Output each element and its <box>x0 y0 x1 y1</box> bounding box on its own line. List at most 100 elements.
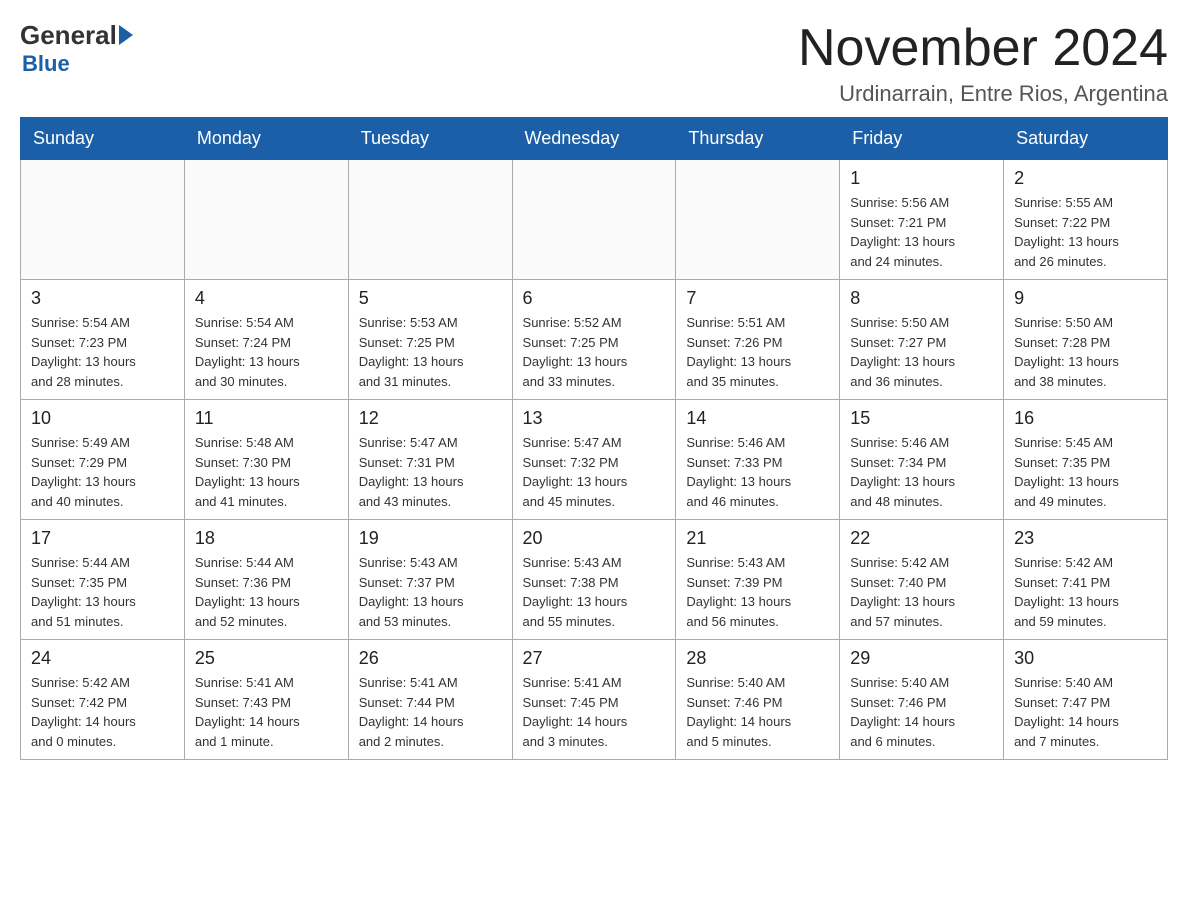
day-number: 7 <box>686 288 829 309</box>
day-info: Sunrise: 5:40 AM Sunset: 7:46 PM Dayligh… <box>850 673 993 751</box>
day-info: Sunrise: 5:41 AM Sunset: 7:45 PM Dayligh… <box>523 673 666 751</box>
days-header-row: SundayMondayTuesdayWednesdayThursdayFrid… <box>21 118 1168 160</box>
day-number: 6 <box>523 288 666 309</box>
calendar-cell: 20 Sunrise: 5:43 AM Sunset: 7:38 PM Dayli… <box>512 520 676 640</box>
day-info: Sunrise: 5:50 AM Sunset: 7:27 PM Dayligh… <box>850 313 993 391</box>
calendar-cell: 4 Sunrise: 5:54 AM Sunset: 7:24 PM Daylig… <box>184 280 348 400</box>
day-number: 27 <box>523 648 666 669</box>
calendar-cell: 25 Sunrise: 5:41 AM Sunset: 7:43 PM Dayli… <box>184 640 348 760</box>
day-header-wednesday: Wednesday <box>512 118 676 160</box>
calendar-cell <box>512 160 676 280</box>
calendar-cell: 9Sunrise: 5:50 AM Sunset: 7:28 PM Daylig… <box>1004 280 1168 400</box>
calendar-cell: 21 Sunrise: 5:43 AM Sunset: 7:39 PM Dayli… <box>676 520 840 640</box>
calendar-cell: 24 Sunrise: 5:42 AM Sunset: 7:42 PM Dayli… <box>21 640 185 760</box>
week-row-5: 24 Sunrise: 5:42 AM Sunset: 7:42 PM Dayli… <box>21 640 1168 760</box>
day-number: 17 <box>31 528 174 549</box>
day-number: 30 <box>1014 648 1157 669</box>
calendar-cell: 13Sunrise: 5:47 AM Sunset: 7:32 PM Dayli… <box>512 400 676 520</box>
day-number: 28 <box>686 648 829 669</box>
calendar-cell: 22 Sunrise: 5:42 AM Sunset: 7:40 PM Dayli… <box>840 520 1004 640</box>
day-info: Sunrise: 5:55 AM Sunset: 7:22 PM Dayligh… <box>1014 193 1157 271</box>
logo-arrow-icon <box>119 25 133 45</box>
day-info: Sunrise: 5:43 AM Sunset: 7:39 PM Dayligh… <box>686 553 829 631</box>
day-number: 8 <box>850 288 993 309</box>
calendar-cell: 28 Sunrise: 5:40 AM Sunset: 7:46 PM Dayli… <box>676 640 840 760</box>
day-number: 19 <box>359 528 502 549</box>
calendar-cell: 3 Sunrise: 5:54 AM Sunset: 7:23 PM Daylig… <box>21 280 185 400</box>
title-area: November 2024 Urdinarrain, Entre Rios, A… <box>798 20 1168 107</box>
calendar-cell: 7 Sunrise: 5:51 AM Sunset: 7:26 PM Daylig… <box>676 280 840 400</box>
day-number: 5 <box>359 288 502 309</box>
day-info: Sunrise: 5:54 AM Sunset: 7:24 PM Dayligh… <box>195 313 338 391</box>
day-number: 3 <box>31 288 174 309</box>
day-info: Sunrise: 5:41 AM Sunset: 7:44 PM Dayligh… <box>359 673 502 751</box>
day-info: Sunrise: 5:42 AM Sunset: 7:41 PM Dayligh… <box>1014 553 1157 631</box>
calendar-cell: 26 Sunrise: 5:41 AM Sunset: 7:44 PM Dayli… <box>348 640 512 760</box>
calendar-cell <box>348 160 512 280</box>
day-info: Sunrise: 5:52 AM Sunset: 7:25 PM Dayligh… <box>523 313 666 391</box>
day-number: 15 <box>850 408 993 429</box>
day-header-monday: Monday <box>184 118 348 160</box>
logo-blue: Blue <box>22 51 70 77</box>
day-info: Sunrise: 5:49 AM Sunset: 7:29 PM Dayligh… <box>31 433 174 511</box>
day-info: Sunrise: 5:51 AM Sunset: 7:26 PM Dayligh… <box>686 313 829 391</box>
day-number: 24 <box>31 648 174 669</box>
day-number: 26 <box>359 648 502 669</box>
day-number: 14 <box>686 408 829 429</box>
calendar-cell: 29 Sunrise: 5:40 AM Sunset: 7:46 PM Dayli… <box>840 640 1004 760</box>
day-number: 22 <box>850 528 993 549</box>
logo-general: General <box>20 20 117 51</box>
location-subtitle: Urdinarrain, Entre Rios, Argentina <box>798 81 1168 107</box>
day-number: 16 <box>1014 408 1157 429</box>
day-info: Sunrise: 5:42 AM Sunset: 7:40 PM Dayligh… <box>850 553 993 631</box>
calendar-table: SundayMondayTuesdayWednesdayThursdayFrid… <box>20 117 1168 760</box>
day-info: Sunrise: 5:47 AM Sunset: 7:32 PM Dayligh… <box>523 433 666 511</box>
day-info: Sunrise: 5:43 AM Sunset: 7:38 PM Dayligh… <box>523 553 666 631</box>
day-info: Sunrise: 5:56 AM Sunset: 7:21 PM Dayligh… <box>850 193 993 271</box>
day-info: Sunrise: 5:42 AM Sunset: 7:42 PM Dayligh… <box>31 673 174 751</box>
calendar-cell: 23 Sunrise: 5:42 AM Sunset: 7:41 PM Dayli… <box>1004 520 1168 640</box>
calendar-cell: 5 Sunrise: 5:53 AM Sunset: 7:25 PM Daylig… <box>348 280 512 400</box>
day-info: Sunrise: 5:46 AM Sunset: 7:34 PM Dayligh… <box>850 433 993 511</box>
day-info: Sunrise: 5:53 AM Sunset: 7:25 PM Dayligh… <box>359 313 502 391</box>
calendar-cell: 12 Sunrise: 5:47 AM Sunset: 7:31 PM Dayli… <box>348 400 512 520</box>
day-number: 23 <box>1014 528 1157 549</box>
week-row-2: 3 Sunrise: 5:54 AM Sunset: 7:23 PM Daylig… <box>21 280 1168 400</box>
day-number: 20 <box>523 528 666 549</box>
calendar-cell <box>184 160 348 280</box>
day-info: Sunrise: 5:46 AM Sunset: 7:33 PM Dayligh… <box>686 433 829 511</box>
calendar-cell: 11Sunrise: 5:48 AM Sunset: 7:30 PM Dayli… <box>184 400 348 520</box>
week-row-4: 17Sunrise: 5:44 AM Sunset: 7:35 PM Dayli… <box>21 520 1168 640</box>
day-info: Sunrise: 5:41 AM Sunset: 7:43 PM Dayligh… <box>195 673 338 751</box>
logo: General Blue <box>20 20 133 77</box>
day-header-friday: Friday <box>840 118 1004 160</box>
week-row-1: 1Sunrise: 5:56 AM Sunset: 7:21 PM Daylig… <box>21 160 1168 280</box>
page-header: General Blue November 2024 Urdinarrain, … <box>20 20 1168 107</box>
calendar-cell: 1Sunrise: 5:56 AM Sunset: 7:21 PM Daylig… <box>840 160 1004 280</box>
calendar-cell: 17Sunrise: 5:44 AM Sunset: 7:35 PM Dayli… <box>21 520 185 640</box>
day-header-sunday: Sunday <box>21 118 185 160</box>
week-row-3: 10Sunrise: 5:49 AM Sunset: 7:29 PM Dayli… <box>21 400 1168 520</box>
day-header-saturday: Saturday <box>1004 118 1168 160</box>
day-number: 25 <box>195 648 338 669</box>
day-info: Sunrise: 5:40 AM Sunset: 7:46 PM Dayligh… <box>686 673 829 751</box>
day-info: Sunrise: 5:45 AM Sunset: 7:35 PM Dayligh… <box>1014 433 1157 511</box>
day-info: Sunrise: 5:54 AM Sunset: 7:23 PM Dayligh… <box>31 313 174 391</box>
day-number: 4 <box>195 288 338 309</box>
calendar-cell: 16 Sunrise: 5:45 AM Sunset: 7:35 PM Dayli… <box>1004 400 1168 520</box>
calendar-cell: 15 Sunrise: 5:46 AM Sunset: 7:34 PM Dayli… <box>840 400 1004 520</box>
day-number: 2 <box>1014 168 1157 189</box>
calendar-cell: 18Sunrise: 5:44 AM Sunset: 7:36 PM Dayli… <box>184 520 348 640</box>
calendar-cell: 10Sunrise: 5:49 AM Sunset: 7:29 PM Dayli… <box>21 400 185 520</box>
day-header-thursday: Thursday <box>676 118 840 160</box>
month-title: November 2024 <box>798 20 1168 77</box>
day-info: Sunrise: 5:43 AM Sunset: 7:37 PM Dayligh… <box>359 553 502 631</box>
day-number: 21 <box>686 528 829 549</box>
day-info: Sunrise: 5:40 AM Sunset: 7:47 PM Dayligh… <box>1014 673 1157 751</box>
calendar-cell: 2 Sunrise: 5:55 AM Sunset: 7:22 PM Daylig… <box>1004 160 1168 280</box>
calendar-cell: 19 Sunrise: 5:43 AM Sunset: 7:37 PM Dayli… <box>348 520 512 640</box>
calendar-cell <box>676 160 840 280</box>
day-number: 29 <box>850 648 993 669</box>
day-info: Sunrise: 5:47 AM Sunset: 7:31 PM Dayligh… <box>359 433 502 511</box>
day-number: 12 <box>359 408 502 429</box>
